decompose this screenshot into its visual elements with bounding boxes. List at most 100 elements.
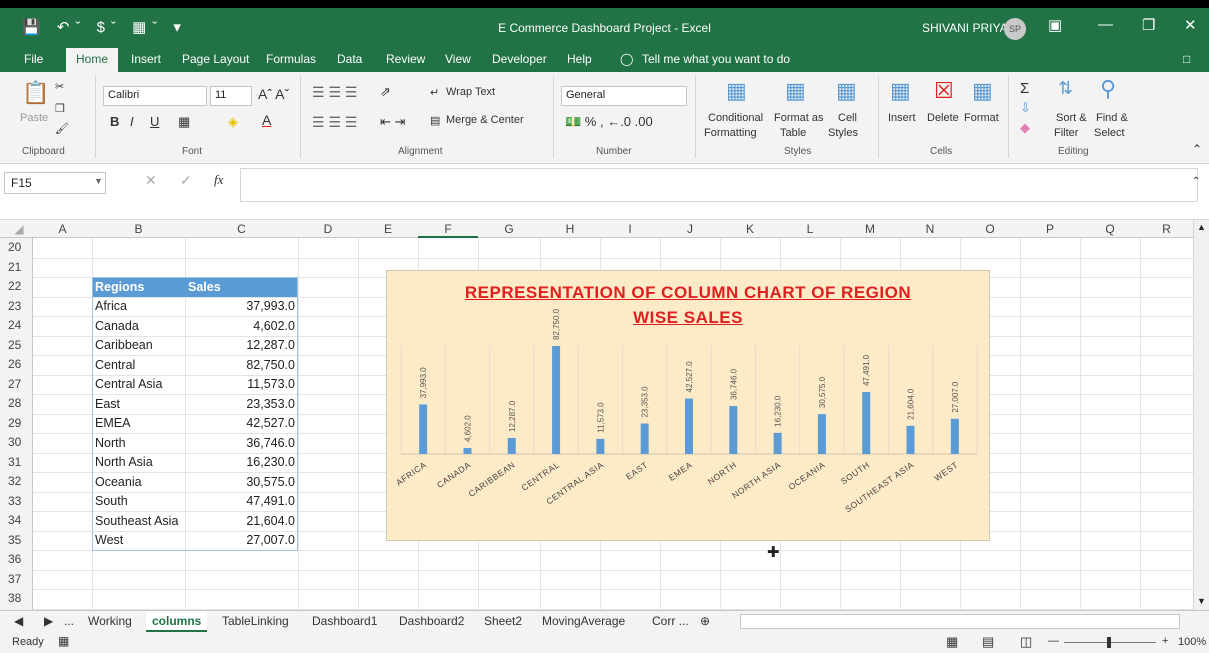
format-painter-icon[interactable]: 🖌 [55, 122, 69, 135]
row-header[interactable]: 32 [0, 472, 33, 492]
sheet-tab-tablelinking[interactable]: TableLinking [222, 614, 289, 628]
cell-styles-button[interactable]: Cell [838, 112, 857, 124]
column-header[interactable]: P [1020, 222, 1080, 236]
expand-formula-icon[interactable]: ⌃ [1192, 176, 1200, 187]
row-header[interactable]: 27 [0, 374, 33, 394]
column-header[interactable]: D [298, 222, 358, 236]
more-sheets-icon[interactable]: ... [64, 614, 74, 628]
tab-file[interactable]: File [24, 52, 43, 66]
indent-icon[interactable]: ⇤ ⇥ [380, 114, 405, 130]
page-break-icon[interactable]: ◫ [1020, 634, 1032, 650]
row-header[interactable]: 26 [0, 355, 33, 375]
chart-bar[interactable] [817, 414, 826, 454]
paste-icon[interactable]: 📋 [22, 80, 49, 106]
column-header[interactable]: K [720, 222, 780, 236]
sheet-tab-dashboard1[interactable]: Dashboard1 [312, 614, 377, 628]
formula-input[interactable] [240, 168, 1198, 202]
italic-button[interactable]: I [130, 114, 134, 129]
name-box[interactable]: F15 [4, 172, 106, 194]
chart-bar[interactable] [596, 438, 605, 454]
insert-function-button[interactable]: fx [214, 172, 223, 188]
font-size-select[interactable]: 11 [210, 86, 252, 106]
row-header[interactable]: 25 [0, 335, 33, 355]
row-header[interactable]: 33 [0, 491, 33, 511]
vertical-scrollbar[interactable]: ▲ ▼ [1193, 220, 1209, 610]
delete-button[interactable]: Delete [927, 112, 959, 124]
format-cells-icon[interactable]: ▦ [972, 78, 993, 104]
row-header[interactable]: 37 [0, 569, 33, 589]
tab-view[interactable]: View [445, 52, 471, 66]
ribbon-display-icon[interactable]: ▣ [1048, 16, 1062, 34]
tab-data[interactable]: Data [337, 52, 362, 66]
cell-styles-icon[interactable]: ▦ [836, 78, 857, 104]
conditional-formatting-icon[interactable]: ▦ [726, 78, 747, 104]
add-sheet-icon[interactable]: ⊕ [700, 614, 710, 628]
tab-home[interactable]: Home [66, 48, 119, 72]
collapse-ribbon-icon[interactable]: ⌃ [1192, 142, 1202, 156]
find-select-button[interactable]: Find & [1096, 112, 1128, 124]
column-header[interactable]: B [92, 222, 185, 236]
paste-button[interactable]: Paste [20, 112, 48, 124]
fill-icon[interactable]: ⇩ [1020, 100, 1031, 116]
select-all-icon[interactable]: ◢ [12, 222, 26, 236]
borders-icon[interactable]: ▦ [178, 114, 190, 130]
zoom-level[interactable]: 100% [1178, 636, 1206, 648]
font-color-icon[interactable]: A [262, 112, 271, 128]
row-header[interactable]: 21 [0, 257, 33, 277]
delete-cells-icon[interactable]: ☒ [934, 78, 954, 104]
tab-review[interactable]: Review [386, 52, 425, 66]
sort-filter-button[interactable]: Sort & [1056, 112, 1087, 124]
row-header[interactable]: 36 [0, 550, 33, 570]
minimize-icon[interactable]: — [1098, 16, 1113, 33]
font-name-select[interactable]: Calibri [103, 86, 207, 106]
tab-page-layout[interactable]: Page Layout [182, 52, 249, 66]
align-left-icon[interactable]: ☰ ☰ ☰ [312, 114, 357, 131]
tell-me-search[interactable]: Tell me what you want to do [642, 52, 790, 66]
prev-sheet-icon[interactable]: ◀ [14, 614, 23, 628]
chart-bar[interactable] [906, 425, 915, 454]
zoom-in-icon[interactable]: + [1162, 635, 1168, 647]
fill-color-icon[interactable]: ◈ [228, 114, 238, 130]
insert-cells-icon[interactable]: ▦ [890, 78, 911, 104]
sheet-tab-corr[interactable]: Corr ... [652, 614, 689, 628]
chart-bar[interactable] [463, 447, 472, 454]
restore-icon[interactable]: ❐ [1142, 16, 1155, 34]
column-header[interactable]: R [1140, 222, 1193, 236]
scroll-up-icon[interactable]: ▲ [1197, 222, 1206, 232]
column-header[interactable]: F [418, 222, 478, 236]
column-header[interactable]: L [780, 222, 840, 236]
row-header[interactable]: 23 [0, 296, 33, 316]
page-layout-icon[interactable]: ▤ [982, 634, 994, 650]
tab-formulas[interactable]: Formulas [266, 52, 316, 66]
chart-bar[interactable] [685, 398, 693, 454]
row-header[interactable]: 34 [0, 511, 33, 531]
chart-bar[interactable] [862, 392, 871, 454]
underline-button[interactable]: U [150, 114, 159, 129]
column-header[interactable]: I [600, 222, 660, 236]
column-header[interactable]: Q [1080, 222, 1140, 236]
currency-icon[interactable]: 💵 % , ←.0 .00 [565, 114, 653, 130]
column-header[interactable]: M [840, 222, 900, 236]
chart-bar[interactable] [950, 418, 959, 454]
zoom-slider-thumb[interactable] [1107, 637, 1111, 648]
bold-button[interactable]: B [110, 114, 119, 129]
insert-button[interactable]: Insert [888, 112, 916, 124]
column-header[interactable]: C [185, 222, 298, 236]
find-icon[interactable]: ⚲ [1100, 76, 1116, 102]
sheet-tab-working[interactable]: Working [88, 614, 132, 628]
merge-center-button[interactable]: Merge & Center [446, 114, 524, 126]
row-header[interactable]: 24 [0, 316, 33, 336]
comments-icon[interactable]: □ [1183, 52, 1190, 66]
column-header[interactable]: N [900, 222, 960, 236]
row-header[interactable]: 20 [0, 238, 33, 258]
align-top-icon[interactable]: ☰ ☰ ☰ [312, 84, 357, 101]
row-header[interactable]: 22 [0, 277, 33, 297]
sort-filter-icon[interactable]: ⇅ [1058, 78, 1073, 99]
avatar[interactable]: SP [1004, 18, 1026, 40]
row-header[interactable]: 38 [0, 589, 33, 609]
column-header[interactable]: J [660, 222, 720, 236]
chart-bar[interactable] [507, 437, 516, 454]
column-header[interactable]: H [540, 222, 600, 236]
scroll-down-icon[interactable]: ▼ [1197, 596, 1206, 606]
column-header[interactable]: O [960, 222, 1020, 236]
